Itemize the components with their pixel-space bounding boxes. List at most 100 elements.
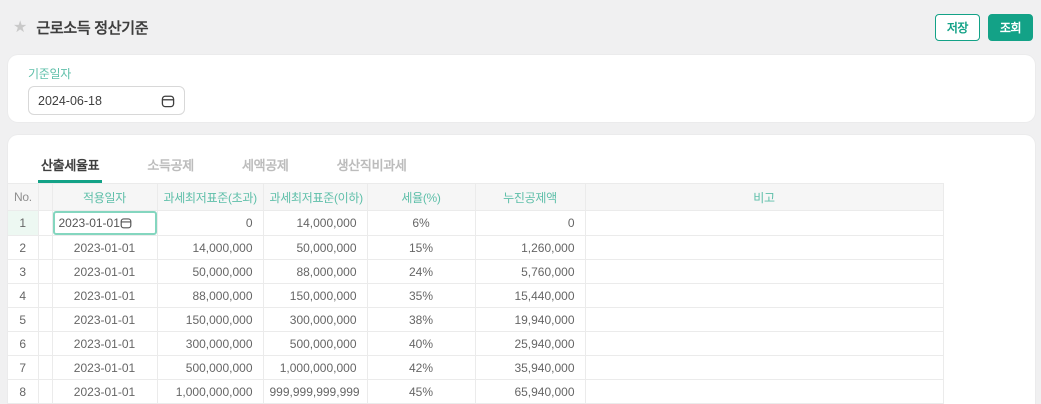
tax-base-under-cell[interactable]: 150,000,000 [262,283,368,308]
content-panel: 산출세율표 소득공제 세액공제 생산직비과세 No. 적용일자 과세최저표준(초… [8,135,1035,404]
col-header-tax-base-under: 과세최저표준(이하) [262,183,368,211]
tax-base-over-cell[interactable]: 1,000,000,000 [156,379,264,404]
row-select-cell[interactable] [37,331,53,356]
calendar-icon[interactable] [161,94,175,108]
apply-date-cell[interactable]: 2023-01-01 [51,379,158,404]
tab-tax-credit[interactable]: 세액공제 [239,151,292,183]
col-header-no: No. [8,183,39,211]
row-select-cell[interactable] [37,235,53,260]
tax-base-under-cell[interactable]: 999,999,999,999 [262,379,368,404]
row-select-cell[interactable] [37,307,53,332]
row-number-cell[interactable]: 4 [8,283,39,308]
col-header-tax-base-over: 과세최저표준(초과) [156,183,264,211]
row-select-cell[interactable] [37,283,53,308]
table-row: 6 2023-01-01 300,000,000 500,000,000 40% 25,9… [8,331,944,356]
row-select-cell[interactable] [37,259,53,284]
table-row: 8 2023-01-01 1,000,000,000 999,999,999,999 4… [8,379,944,404]
table-row: 3 2023-01-01 50,000,000 88,000,000 24% 5,760,… [8,259,944,284]
tax-rate-cell[interactable]: 24% [366,259,476,284]
table-row: 5 2023-01-01 150,000,000 300,000,000 38% 19,9… [8,307,944,332]
table-row: 2 2023-01-01 14,000,000 50,000,000 15% 1,260,… [8,235,944,260]
tax-base-over-cell[interactable]: 14,000,000 [156,235,264,260]
note-cell[interactable] [584,283,944,308]
tax-rate-cell[interactable]: 40% [366,331,476,356]
note-cell[interactable] [584,307,944,332]
col-header-note: 비고 [584,183,944,211]
tax-rate-cell[interactable]: 15% [366,235,476,260]
tax-base-under-cell[interactable]: 300,000,000 [262,307,368,332]
tax-base-over-cell[interactable]: 300,000,000 [156,331,264,356]
table-row: 4 2023-01-01 88,000,000 150,000,000 35% 15,44… [8,283,944,308]
note-cell[interactable] [584,379,944,404]
row-select-cell[interactable] [37,379,53,404]
table-header-row: No. 적용일자 과세최저표준(초과) 과세최저표준(이하) 세율(%) 누진공… [8,183,944,211]
row-select-cell[interactable] [37,355,53,380]
tab-calculated-tax-rate[interactable]: 산출세율표 [38,151,103,183]
row-number-cell[interactable]: 8 [8,379,39,404]
apply-date-cell[interactable]: 2023-01-01 [51,283,158,308]
col-header-apply-date: 적용일자 [51,183,158,211]
apply-date-cell[interactable]: 2023-01-01 [51,210,158,236]
tax-base-over-cell[interactable]: 0 [156,210,264,236]
tax-rate-table: No. 적용일자 과세최저표준(초과) 과세최저표준(이하) 세율(%) 누진공… [8,183,944,404]
col-header-tax-rate: 세율(%) [366,183,476,211]
progressive-deduction-cell[interactable]: 35,940,000 [474,355,586,380]
apply-date-cell[interactable]: 2023-01-01 [51,235,158,260]
tax-base-under-cell[interactable]: 88,000,000 [262,259,368,284]
col-header-select [37,183,53,211]
progressive-deduction-cell[interactable]: 19,940,000 [474,307,586,332]
tab-bar: 산출세율표 소득공제 세액공제 생산직비과세 [8,135,1035,183]
tax-rate-cell[interactable]: 38% [366,307,476,332]
tax-base-under-cell[interactable]: 500,000,000 [262,331,368,356]
base-date-value: 2024-06-18 [38,93,102,108]
note-cell[interactable] [584,355,944,380]
progressive-deduction-cell[interactable]: 0 [474,210,586,236]
apply-date-cell[interactable]: 2023-01-01 [51,307,158,332]
tax-rate-cell[interactable]: 45% [366,379,476,404]
page-title: 근로소득 정산기준 [36,20,149,37]
row-number-cell[interactable]: 1 [8,210,39,236]
col-header-progressive-deduction: 누진공제액 [474,183,586,211]
progressive-deduction-cell[interactable]: 1,260,000 [474,235,586,260]
row-number-cell[interactable]: 3 [8,259,39,284]
toolbar: 저장 조회 [934,14,1033,41]
row-number-cell[interactable]: 7 [8,355,39,380]
note-cell[interactable] [584,259,944,284]
tax-rate-cell[interactable]: 6% [366,210,476,236]
tax-base-over-cell[interactable]: 88,000,000 [156,283,264,308]
row-select-cell[interactable] [37,210,53,236]
tax-base-under-cell[interactable]: 14,000,000 [262,210,368,236]
note-cell[interactable] [584,331,944,356]
progressive-deduction-cell[interactable]: 25,940,000 [474,331,586,356]
save-button[interactable]: 저장 [934,14,980,41]
rate-table-body: 1 2023-01-01 0 14,000,000 6% 0 2 2023-01-01 14,0… [8,210,944,404]
tab-income-deduction[interactable]: 소득공제 [144,151,197,183]
row-number-cell[interactable]: 2 [8,235,39,260]
progressive-deduction-cell[interactable]: 5,760,000 [474,259,586,284]
tax-base-over-cell[interactable]: 500,000,000 [156,355,264,380]
apply-date-value: 2023-01-01 [58,216,120,230]
tax-base-over-cell[interactable]: 50,000,000 [156,259,264,284]
tax-rate-cell[interactable]: 35% [366,283,476,308]
tax-base-over-cell[interactable]: 150,000,000 [156,307,264,332]
search-button[interactable]: 조회 [987,14,1033,41]
base-date-input[interactable]: 2024-06-18 [28,86,185,115]
tab-production-tax-exempt[interactable]: 생산직비과세 [334,151,410,183]
calendar-icon[interactable] [120,217,148,229]
tax-base-under-cell[interactable]: 50,000,000 [262,235,368,260]
apply-date-cell[interactable]: 2023-01-01 [51,331,158,356]
apply-date-cell[interactable]: 2023-01-01 [51,259,158,284]
apply-date-cell[interactable]: 2023-01-01 [51,355,158,380]
apply-date-editor[interactable]: 2023-01-01 [53,211,156,235]
row-number-cell[interactable]: 6 [8,331,39,356]
table-row: 7 2023-01-01 500,000,000 1,000,000,000 42% 35… [8,355,944,380]
note-cell[interactable] [584,235,944,260]
note-cell[interactable] [584,210,944,236]
progressive-deduction-cell[interactable]: 65,940,000 [474,379,586,404]
favorite-star-icon[interactable]: ★ [13,19,27,36]
progressive-deduction-cell[interactable]: 15,440,000 [474,283,586,308]
tax-base-under-cell[interactable]: 1,000,000,000 [262,355,368,380]
row-number-cell[interactable]: 5 [8,307,39,332]
tax-rate-cell[interactable]: 42% [366,355,476,380]
page-header: ★ 근로소득 정산기준 저장 조회 [0,0,1041,55]
